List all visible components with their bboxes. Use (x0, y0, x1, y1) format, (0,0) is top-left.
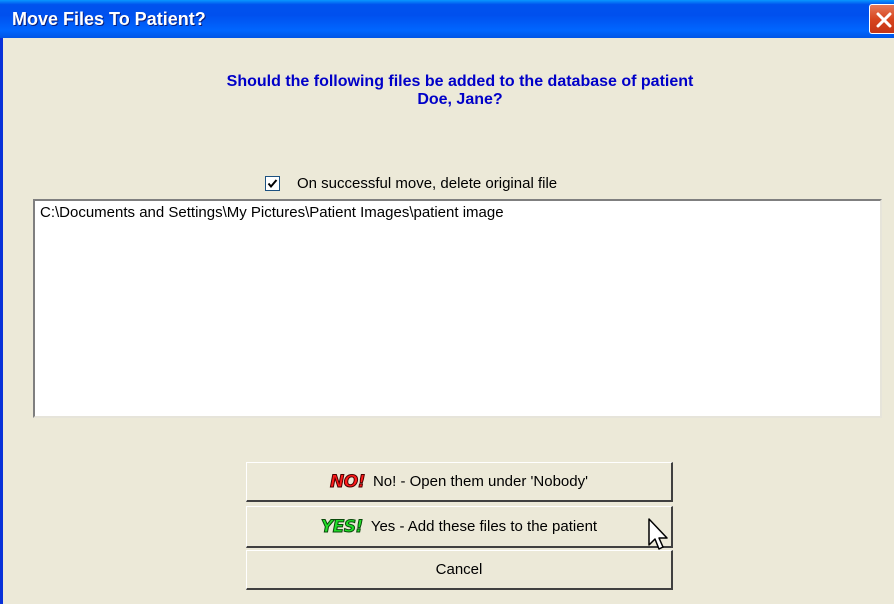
list-item[interactable]: C:\Documents and Settings\My Pictures\Pa… (40, 204, 504, 221)
no-button-label: No! - Open them under 'Nobody' (372, 473, 588, 490)
title-bar[interactable]: Move Files To Patient? (0, 0, 894, 38)
prompt-question-line2: Doe, Jane? (417, 91, 503, 108)
yes-button-label: Yes - Add these files to the patient (370, 518, 598, 535)
dialog-window: Move Files To Patient? Should the follow… (0, 0, 894, 604)
close-button[interactable] (869, 4, 894, 34)
checkmark-icon (267, 178, 278, 188)
close-icon (876, 12, 892, 28)
delete-original-label: On successful move, delete original file (297, 174, 558, 192)
yes-add-files-button[interactable]: YES! Yes - Add these files to the patien… (246, 506, 673, 548)
cancel-button[interactable]: Cancel (246, 550, 673, 590)
prompt-question-line1: Should the following files be added to t… (226, 73, 694, 90)
mouse-pointer-icon (648, 518, 668, 550)
yes-badge-icon: YES! (320, 516, 363, 537)
delete-original-option[interactable]: On successful move, delete original file (265, 174, 557, 192)
no-badge-icon: NO! (330, 471, 366, 492)
window-title: Move Files To Patient? (12, 9, 206, 29)
cancel-button-label: Cancel (435, 561, 483, 578)
no-open-under-nobody-button[interactable]: NO! No! - Open them under 'Nobody' (246, 462, 673, 502)
file-list[interactable]: C:\Documents and Settings\My Pictures\Pa… (33, 199, 882, 418)
delete-original-checkbox[interactable] (265, 175, 280, 191)
